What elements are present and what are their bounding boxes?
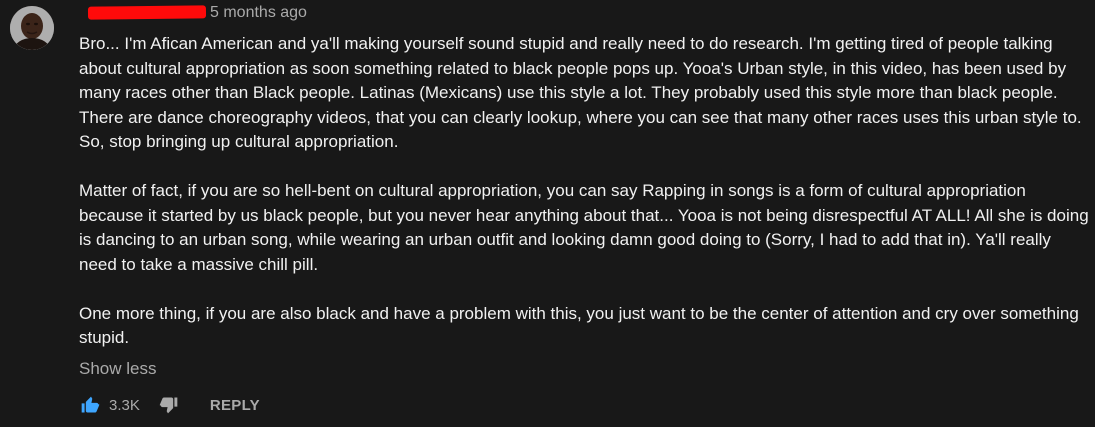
show-less-link[interactable]: Show less bbox=[79, 358, 156, 380]
comment-paragraph: Matter of fact, if you are so hell-bent … bbox=[79, 181, 1089, 274]
like-button[interactable] bbox=[79, 394, 101, 416]
comment-action-bar: 3.3K REPLY bbox=[79, 393, 260, 417]
avatar[interactable] bbox=[10, 6, 54, 50]
thumbs-up-icon bbox=[81, 396, 100, 413]
avatar-image bbox=[10, 6, 54, 50]
comment-thread: 5 months ago Bro... I'm Afican American … bbox=[0, 0, 1095, 427]
author-name-redacted[interactable] bbox=[87, 5, 207, 20]
thumbs-down-icon bbox=[159, 397, 178, 414]
comment-timestamp[interactable]: 5 months ago bbox=[210, 3, 307, 23]
comment-paragraph: Bro... I'm Afican American and ya'll mak… bbox=[79, 34, 1082, 151]
dislike-button[interactable] bbox=[158, 394, 180, 416]
comment-body: Bro... I'm Afican American and ya'll mak… bbox=[79, 32, 1089, 351]
reply-button[interactable]: REPLY bbox=[210, 397, 260, 414]
like-count: 3.3K bbox=[109, 396, 140, 414]
comment-paragraph: One more thing, if you are also black an… bbox=[79, 303, 1079, 348]
